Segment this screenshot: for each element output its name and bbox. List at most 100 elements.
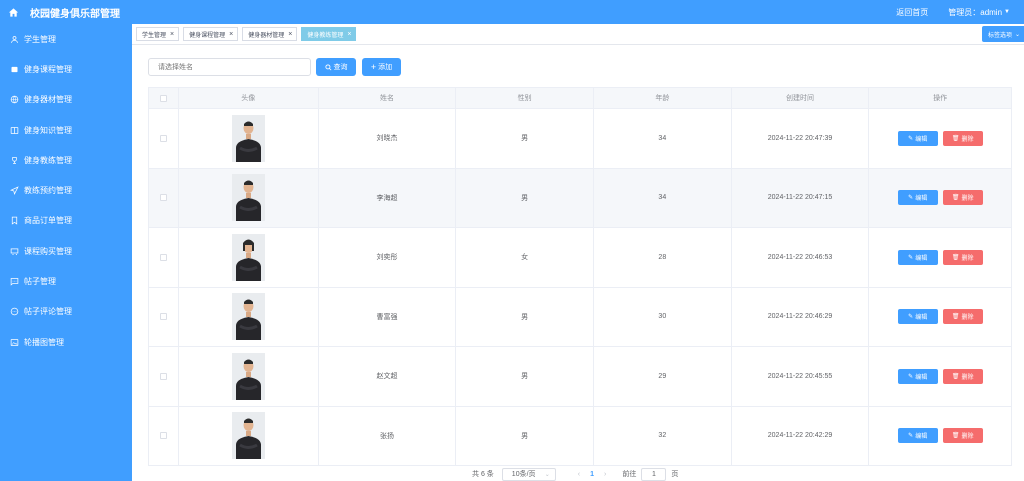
table-row: 李海超 男 34 2024-11-22 20:47:15 ✎ 编辑 🗑 删除: [149, 168, 1011, 228]
admin-label: 管理员：admin: [948, 7, 1003, 17]
sidebar-item-card[interactable]: 健身课程管理: [0, 54, 132, 84]
delete-button[interactable]: 🗑 删除: [942, 368, 983, 384]
page-size-value: 10条/页: [511, 471, 536, 478]
row-checkbox[interactable]: [159, 134, 167, 142]
edit-label: 编辑: [915, 315, 928, 322]
name-search-input[interactable]: [148, 58, 311, 76]
sidebar-item-label: 轮播图管理: [24, 337, 64, 347]
tag-options-label: 标签选项: [988, 32, 1013, 39]
prev-page-icon[interactable]: ‹: [578, 471, 580, 478]
app-title: 校园健身俱乐部管理: [30, 8, 120, 20]
delete-button[interactable]: 🗑 删除: [942, 130, 983, 146]
close-icon[interactable]: ×: [288, 31, 292, 38]
close-icon[interactable]: ×: [170, 31, 174, 38]
header-name: 姓名: [319, 88, 457, 108]
header-avatar: 头像: [179, 88, 319, 108]
tab-1[interactable]: 健身课程管理 ×: [183, 27, 239, 41]
delete-button[interactable]: 🗑 删除: [942, 309, 983, 325]
sidebar-item-cart[interactable]: 课程购买管理: [0, 236, 132, 266]
edit-button[interactable]: ✎ 编辑: [897, 428, 938, 444]
cell-gender: 男: [456, 406, 594, 465]
table-row: 赵文超 男 29 2024-11-22 20:45:55 ✎ 编辑 🗑 删除: [149, 347, 1011, 407]
sidebar-item-trophy[interactable]: 健身教练管理: [0, 145, 132, 175]
tab-2[interactable]: 健身器材管理 ×: [242, 27, 298, 41]
sidebar-item-book[interactable]: 健身知识管理: [0, 115, 132, 145]
delete-button[interactable]: 🗑 删除: [942, 249, 983, 265]
row-checkbox[interactable]: [159, 253, 167, 261]
sidebar-item-label: 帖子管理: [24, 277, 56, 287]
cell-name: 赵文超: [319, 347, 457, 406]
sidebar-item-send[interactable]: 教练预约管理: [0, 175, 132, 205]
cell-name: 刘奕彤: [319, 228, 457, 287]
header-created: 创建时间: [732, 88, 870, 108]
avatar: [231, 412, 265, 460]
table-row: 曹富强 男 30 2024-11-22 20:46:29 ✎ 编辑 🗑 删除: [149, 287, 1011, 347]
cell-created: 2024-11-22 20:42:29: [732, 406, 870, 465]
goto-page-input[interactable]: 1: [641, 467, 667, 481]
row-checkbox[interactable]: [159, 432, 167, 440]
edit-button[interactable]: ✎ 编辑: [897, 309, 938, 325]
sidebar-item-label: 课程购买管理: [24, 246, 72, 256]
header-age: 年龄: [594, 88, 732, 108]
edit-button[interactable]: ✎ 编辑: [897, 368, 938, 384]
tab-3[interactable]: 健身教练管理 ×: [301, 27, 357, 41]
avatar: [231, 352, 265, 400]
sidebar-item-picture[interactable]: 轮播图管理: [0, 327, 132, 357]
tag-options-button[interactable]: 标签选项 ⌄: [982, 26, 1024, 42]
admin-menu[interactable]: 管理员：admin ▼: [948, 7, 1010, 18]
edit-label: 编辑: [915, 434, 928, 441]
cell-age: 30: [594, 287, 732, 346]
delete-label: 删除: [961, 136, 974, 143]
delete-label: 删除: [961, 255, 974, 262]
avatar: [231, 233, 265, 281]
total-count: 共 6 条: [472, 471, 494, 478]
cell-name: 李海超: [319, 168, 457, 227]
plus-icon: +: [370, 62, 377, 72]
row-checkbox[interactable]: [159, 313, 167, 321]
edit-icon: ✎: [908, 373, 914, 380]
row-checkbox[interactable]: [159, 372, 167, 380]
sidebar-item-bookmark[interactable]: 商品订单管理: [0, 206, 132, 236]
edit-button[interactable]: ✎ 编辑: [897, 190, 938, 206]
trophy-icon: [9, 155, 19, 165]
chat-icon: [9, 307, 19, 317]
page-size-select[interactable]: 10条/页 ⌄: [501, 467, 556, 481]
goto-suffix: 页: [671, 471, 679, 478]
delete-button[interactable]: 🗑 删除: [942, 428, 983, 444]
table-row: 张扬 男 32 2024-11-22 20:42:29 ✎ 编辑 🗑 删除: [149, 406, 1011, 466]
sidebar-item-label: 健身知识管理: [24, 125, 72, 135]
select-all-checkbox[interactable]: [159, 94, 167, 102]
sidebar-item-message[interactable]: 帖子管理: [0, 266, 132, 296]
delete-button[interactable]: 🗑 删除: [942, 190, 983, 206]
cell-created: 2024-11-22 20:47:15: [732, 168, 870, 227]
cell-gender: 男: [456, 109, 594, 168]
cell-created: 2024-11-22 20:45:55: [732, 347, 870, 406]
close-icon[interactable]: ×: [347, 31, 351, 38]
close-icon[interactable]: ×: [229, 31, 233, 38]
edit-label: 编辑: [915, 136, 928, 143]
home-icon[interactable]: [0, 0, 26, 24]
sidebar-item-chat[interactable]: 帖子评论管理: [0, 297, 132, 327]
sidebar-item-globe[interactable]: 健身器材管理: [0, 85, 132, 115]
goto-prefix: 前往: [622, 471, 637, 478]
avatar: [231, 174, 265, 222]
sidebar-item-label: 健身课程管理: [24, 64, 72, 74]
cell-name: 曹富强: [319, 287, 457, 346]
page-number[interactable]: 1: [590, 471, 594, 478]
header-actions: 操作: [933, 95, 948, 102]
edit-label: 编辑: [915, 374, 928, 381]
cart-icon: [9, 246, 19, 256]
edit-button[interactable]: ✎ 编辑: [897, 249, 938, 265]
cell-age: 28: [594, 228, 732, 287]
tab-0[interactable]: 学生管理 ×: [136, 27, 180, 41]
row-checkbox[interactable]: [159, 194, 167, 202]
add-button[interactable]: + 添加: [362, 58, 401, 76]
query-button[interactable]: 查询: [316, 58, 356, 76]
table-row: 刘奕彤 女 28 2024-11-22 20:46:53 ✎ 编辑 🗑 删除: [149, 228, 1011, 288]
next-page-icon[interactable]: ›: [604, 471, 606, 478]
edit-button[interactable]: ✎ 编辑: [897, 130, 938, 146]
back-home-link[interactable]: 返回首页: [896, 7, 928, 18]
cell-age: 32: [594, 406, 732, 465]
sidebar-item-user[interactable]: 学生管理: [0, 24, 132, 54]
coach-table: 头像 姓名 性别 年龄 创建时间 操作 刘晓杰 男 34 2024-11-22 …: [148, 87, 1012, 466]
